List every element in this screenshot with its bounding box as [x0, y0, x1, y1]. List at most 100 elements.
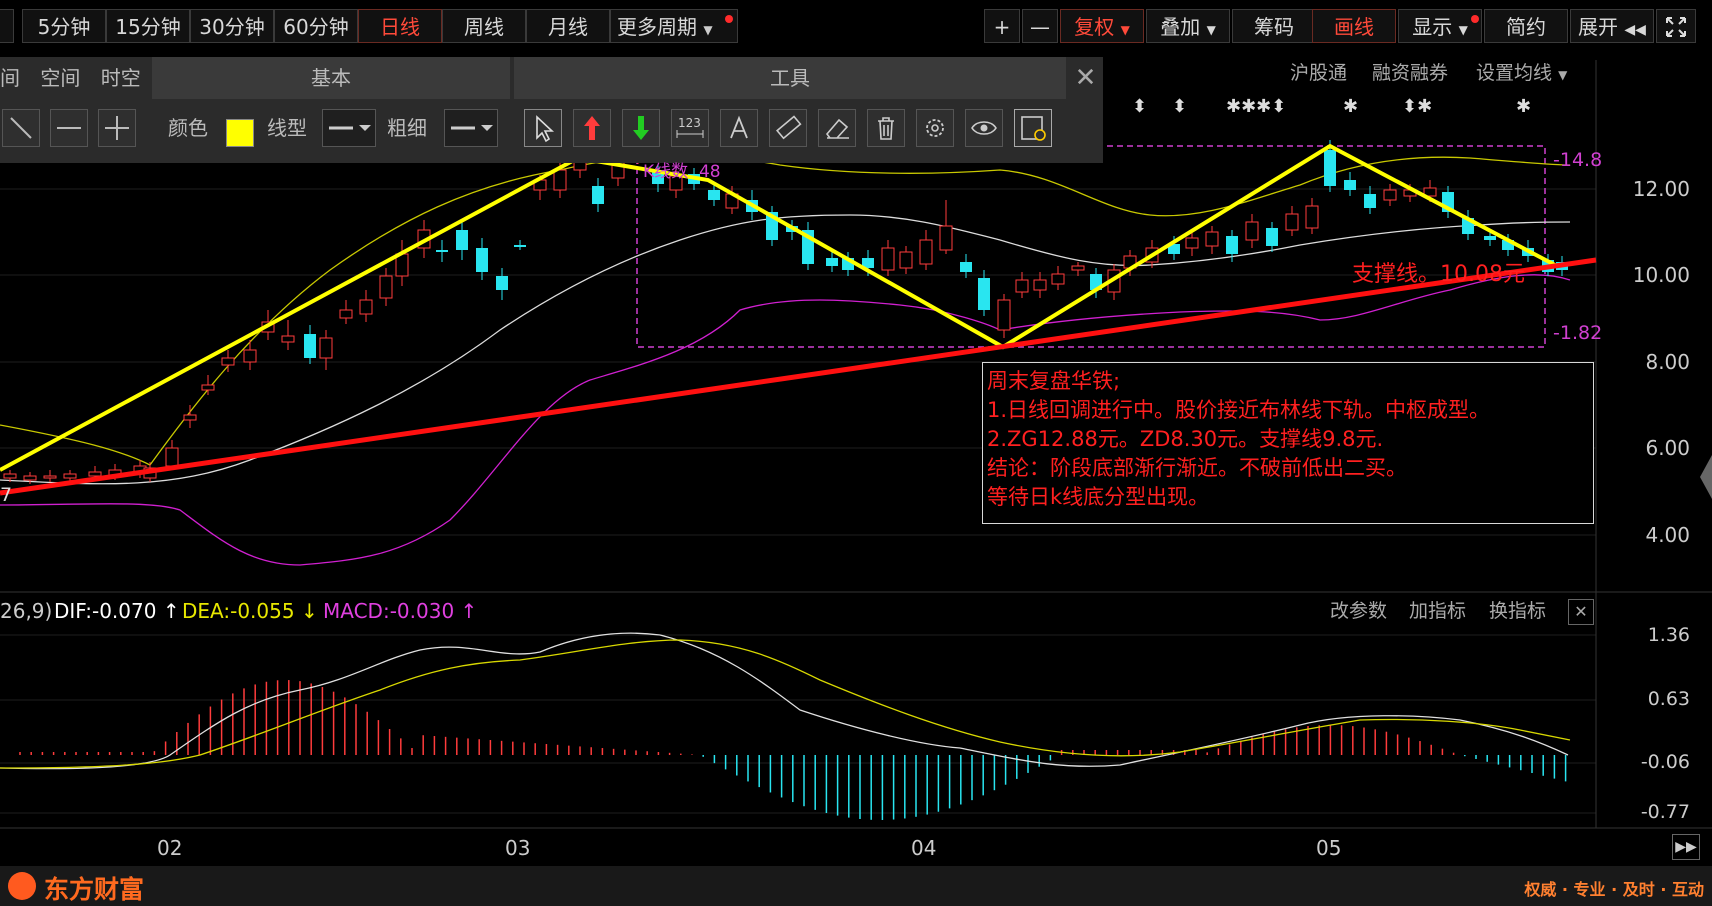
text-tool-icon[interactable]: [720, 109, 758, 147]
candle-body: [281, 335, 295, 343]
cross-line-tool[interactable]: [98, 109, 136, 147]
candle-body: [165, 447, 179, 467]
candle-body: [1266, 228, 1278, 246]
time-tick: 04: [911, 836, 937, 860]
candle-body: [1344, 180, 1356, 190]
candle-body: [919, 239, 933, 265]
linetype-select[interactable]: [322, 109, 376, 147]
candle-body: [1033, 279, 1047, 291]
candle-body: [1071, 265, 1085, 271]
candle-body: [708, 190, 720, 200]
price-tick: 12.00: [1632, 177, 1690, 201]
candle-body: [1205, 231, 1219, 247]
event-marker: ✱: [1516, 96, 1531, 117]
buy-arrow-icon[interactable]: [573, 109, 611, 147]
chevron-down-icon: ▼: [1558, 68, 1568, 82]
event-marker: ⬍✱: [1402, 96, 1432, 117]
kline-count-label: K线数 48: [643, 157, 721, 182]
candle-body: [553, 169, 567, 191]
event-marker: ✱✱✱⬍: [1226, 96, 1286, 117]
candle-body: [43, 475, 57, 479]
note-line: 周末复盘华铁;: [987, 369, 1121, 393]
lock-draw-icon[interactable]: [1014, 109, 1052, 147]
event-marker: ⬍: [1132, 96, 1147, 117]
hk-connect-link[interactable]: 沪股通: [1290, 58, 1347, 88]
candle-body: [1484, 236, 1496, 240]
support-label: 支撑线。10.08元: [1352, 262, 1525, 287]
macd-tick: -0.77: [1640, 801, 1690, 823]
candle-body: [899, 251, 913, 269]
tab-timespace[interactable]: 时空: [101, 66, 141, 90]
dif-text: DIF:-0.070: [54, 599, 157, 623]
price-tick: 4.00: [1645, 523, 1690, 547]
switch-indicator-button[interactable]: 换指标: [1489, 597, 1546, 625]
side-panel-toggle-icon[interactable]: [1700, 455, 1712, 499]
line-segment-tool[interactable]: [2, 109, 40, 147]
dea-text: DEA:-0.055: [182, 599, 295, 623]
candle-body: [1051, 273, 1065, 285]
margin-trading-link[interactable]: 融资融券: [1372, 58, 1448, 88]
time-tick: 05: [1316, 836, 1342, 860]
double-right-icon[interactable]: ▶▶: [1672, 834, 1700, 860]
app-footer: 东方财富 权威 · 专业 · 及时 · 互动: [0, 866, 1712, 906]
gear-icon[interactable]: [916, 109, 954, 147]
candle-body: [436, 250, 448, 252]
event-marker: ✱: [1343, 96, 1358, 117]
close-icon[interactable]: ✕: [1568, 599, 1594, 625]
cursor-tool[interactable]: [524, 109, 562, 147]
sell-arrow-icon[interactable]: [622, 109, 660, 147]
candle-body: [339, 309, 353, 319]
candle-body: [1226, 236, 1238, 254]
kline-count-text: K线数: [643, 162, 689, 182]
tab-space[interactable]: 空间: [40, 66, 80, 90]
ruler-icon[interactable]: 123: [671, 109, 709, 147]
macd-histogram: [19, 680, 1567, 820]
dif-value: DIF:-0.070 ↑: [54, 597, 180, 625]
candle-body: [881, 247, 895, 271]
note-line: 1.日线回调进行中。股价接近布林线下轨。中枢成型。: [987, 398, 1491, 422]
linetype-label: 线型: [267, 116, 307, 140]
tab-range[interactable]: 间: [0, 66, 20, 90]
candle-body: [379, 275, 393, 299]
candle-body: [826, 258, 838, 266]
horizontal-line-tool[interactable]: [50, 109, 88, 147]
candle-body: [939, 225, 953, 251]
price-tick: 10.00: [1632, 263, 1690, 287]
basic-section-title: 基本: [152, 57, 510, 99]
candle-body: [1245, 221, 1259, 241]
candle-body: [63, 473, 77, 479]
arrow-up-icon: ↑: [162, 599, 180, 623]
ma-settings-link[interactable]: 设置均线 ▼: [1476, 58, 1567, 88]
box-top-label: -14.8: [1553, 149, 1603, 171]
close-icon[interactable]: ✕: [1068, 57, 1103, 99]
candle-body: [476, 248, 488, 272]
brand-name: 东方财富: [44, 875, 145, 904]
color-label: 颜色: [168, 116, 208, 140]
price-tick: 6.00: [1645, 436, 1690, 460]
candle-body: [1383, 189, 1397, 201]
color-swatch[interactable]: [226, 119, 254, 147]
ruler-text: 123: [678, 116, 701, 130]
candle-body: [304, 334, 316, 358]
note-line: 结论：阶段底部渐行渐近。不破前低出二买。: [987, 456, 1407, 480]
candle-body: [1185, 237, 1199, 249]
add-indicator-button[interactable]: 加指标: [1409, 597, 1466, 625]
candle-body: [1015, 279, 1029, 293]
macd-text: MACD:-0.030: [323, 599, 455, 623]
macd-params: 26,9): [0, 599, 53, 623]
candle-body: [221, 357, 235, 366]
pivot-box: [636, 145, 1546, 348]
eraser-icon[interactable]: [818, 109, 856, 147]
draw-panel-left-tabs: 间 空间 时空: [0, 57, 149, 99]
time-tick: 02: [157, 836, 183, 860]
edit-params-button[interactable]: 改参数: [1330, 597, 1387, 625]
thickness-label: 粗细: [387, 116, 427, 140]
time-tick: 03: [505, 836, 531, 860]
candle-body: [496, 276, 508, 290]
measure-icon[interactable]: [769, 109, 807, 147]
trash-icon[interactable]: [867, 109, 905, 147]
candle-body: [1285, 213, 1299, 231]
thickness-select[interactable]: [444, 109, 498, 147]
eye-icon[interactable]: [965, 109, 1003, 147]
candle-body: [243, 349, 257, 363]
